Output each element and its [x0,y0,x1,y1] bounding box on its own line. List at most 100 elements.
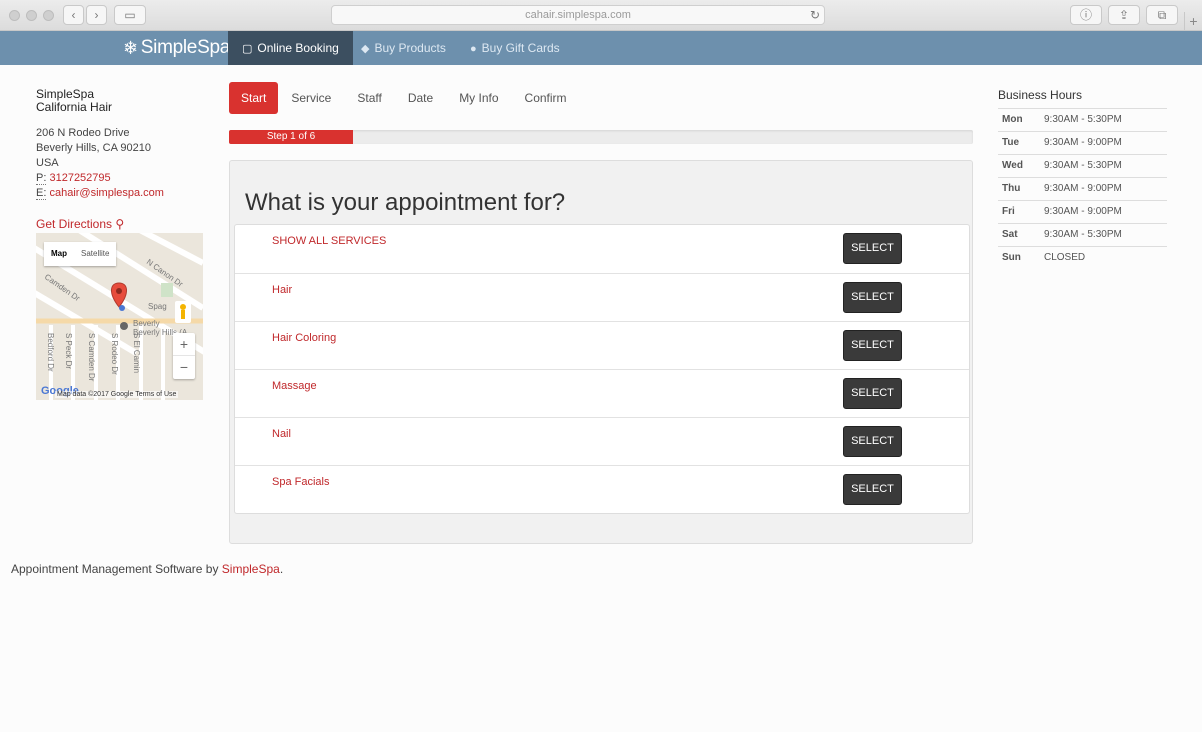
hours-row: Wed 9:30AM - 5:30PM [998,155,1167,178]
site-navbar: ❄ SimpleSpa ▢ Online Booking ◆ Buy Product… [0,31,1202,65]
footer-text: Appointment Management Software by [11,562,222,576]
service-row: Nail SELECT [235,417,969,465]
address-country: USA [36,157,59,169]
reload-icon[interactable]: ↻ [810,6,820,24]
zoom-in-icon[interactable]: + [173,333,195,356]
back-icon[interactable]: ‹ [63,5,84,25]
business-info: SimpleSpa California Hair 206 N Rodeo Dr… [36,88,206,231]
reader-icon[interactable]: ⓘ [1070,5,1102,25]
nav-buy-gift-cards[interactable]: ● Buy Gift Cards [456,31,574,65]
map-type-toggle: Map Satellite [44,242,117,266]
select-button[interactable]: SELECT [843,426,902,457]
service-link-nail[interactable]: Nail [272,428,291,440]
progress-fill: Step 1 of 6 [229,130,354,144]
site-logo[interactable]: ❄ SimpleSpa [123,37,230,59]
nav-online-booking-label: Online Booking [257,41,339,55]
calendar-icon: ▢ [242,43,253,55]
nav-buy-products[interactable]: ◆ Buy Products [347,31,460,65]
map-toggle-satellite[interactable]: Satellite [74,242,116,266]
hours-day: Sat [1002,229,1018,240]
booking-steps: Start Service Staff Date My Info Confirm [229,82,580,114]
zoom-controls: + − [173,333,195,379]
hours-day: Tue [1002,137,1020,148]
step-service[interactable]: Service [278,82,344,114]
hours-time: 9:30AM - 9:00PM [1044,206,1122,217]
tag-icon: ◆ [361,43,370,55]
service-row: Spa Facials SELECT [235,465,969,513]
business-hours-title: Business Hours [998,88,1167,109]
hours-time: CLOSED [1044,252,1086,263]
hours-day: Thu [1002,183,1021,194]
hours-row: Thu 9:30AM - 9:00PM [998,178,1167,201]
svg-text:Bedford Dr: Bedford Dr [46,333,55,372]
svg-text:Beverly: Beverly [133,319,160,328]
service-link-show-all[interactable]: SHOW ALL SERVICES [272,235,386,247]
address-line2: Beverly Hills, CA 90210 [36,142,151,154]
service-row: Massage SELECT [235,369,969,417]
location-map[interactable]: N Canon Dr Camden Dr Spag Beverly Beverl… [36,233,203,400]
get-directions-label: Get Directions [36,217,113,231]
business-hours: Business Hours Mon 9:30AM - 5:30PM Tue 9:3… [998,88,1167,270]
tabs-icon[interactable]: ⧉ [1146,5,1178,25]
map-toggle-map[interactable]: Map [44,242,74,266]
logo-text: SimpleSpa [140,37,230,58]
svg-text:S Peck Dr: S Peck Dr [64,333,73,369]
service-link-massage[interactable]: Massage [272,380,317,392]
nav-online-booking[interactable]: ▢ Online Booking [228,31,353,65]
share-icon[interactable]: ⇪ [1108,5,1140,25]
zoom-window-button[interactable] [43,10,54,21]
get-directions-link[interactable]: Get Directions ⚲ [36,217,206,231]
page-title: What is your appointment for? [245,189,566,216]
step-confirm[interactable]: Confirm [512,82,580,114]
select-button[interactable]: SELECT [843,233,902,264]
hours-row: Sat 9:30AM - 5:30PM [998,224,1167,247]
hours-day: Fri [1002,206,1015,217]
pegman-icon[interactable] [180,304,186,310]
forward-icon[interactable]: › [86,5,107,25]
step-my-info[interactable]: My Info [446,82,511,114]
address-line1: 206 N Rodeo Drive [36,127,130,139]
hours-time: 9:30AM - 9:00PM [1044,137,1122,148]
select-button[interactable]: SELECT [843,378,902,409]
minimize-window-button[interactable] [26,10,37,21]
email-row: E: cahair@simplespa.com [36,186,206,201]
circle-icon: ● [470,43,477,55]
select-button[interactable]: SELECT [843,330,902,361]
hours-row: Tue 9:30AM - 9:00PM [998,132,1167,155]
email-label: E: [36,187,47,200]
nav-buy-products-label: Buy Products [374,41,446,55]
svg-text:S El Camin: S El Camin [132,333,141,373]
service-link-spa-facials[interactable]: Spa Facials [272,476,329,488]
step-date[interactable]: Date [395,82,446,114]
page-footer: Appointment Management Software by Simpl… [11,562,283,576]
sidebar-icon[interactable]: ▭ [114,5,146,25]
service-row: Hair SELECT [235,273,969,321]
new-tab-icon[interactable]: + [1184,12,1202,31]
zoom-out-icon[interactable]: − [173,356,195,378]
svg-text:Spag: Spag [148,302,167,311]
hours-time: 9:30AM - 5:30PM [1044,114,1122,125]
address-bar[interactable]: cahair.simplespa.com ↻ [331,5,825,25]
service-row: SHOW ALL SERVICES SELECT [235,225,969,273]
service-panel: What is your appointment for? SHOW ALL S… [229,160,973,544]
step-staff[interactable]: Staff [344,82,394,114]
map-attribution[interactable]: Map data ©2017 Google Terms of Use [55,391,179,398]
service-link-hair[interactable]: Hair [272,284,292,296]
svg-text:S Rodeo Dr: S Rodeo Dr [110,333,119,375]
phone-label: P: [36,172,47,185]
hours-row: Fri 9:30AM - 9:00PM [998,201,1167,224]
hours-row: Sun CLOSED [998,247,1167,270]
hours-row: Mon 9:30AM - 5:30PM [998,109,1167,132]
nav-buy-gift-cards-label: Buy Gift Cards [481,41,560,55]
select-button[interactable]: SELECT [843,282,902,313]
service-link-hair-coloring[interactable]: Hair Coloring [272,332,336,344]
select-button[interactable]: SELECT [843,474,902,505]
browser-toolbar: ‹ › ▭ cahair.simplespa.com ↻ ⓘ ⇪ ⧉ + [0,0,1202,31]
address: 206 N Rodeo Drive Beverly Hills, CA 9021… [36,126,206,171]
footer-simplespa-link[interactable]: SimpleSpa [222,562,280,576]
step-start[interactable]: Start [229,82,279,114]
close-window-button[interactable] [9,10,20,21]
service-row: Hair Coloring SELECT [235,321,969,369]
email-link[interactable]: cahair@simplespa.com [49,187,164,199]
phone-link[interactable]: 3127252795 [49,172,110,184]
